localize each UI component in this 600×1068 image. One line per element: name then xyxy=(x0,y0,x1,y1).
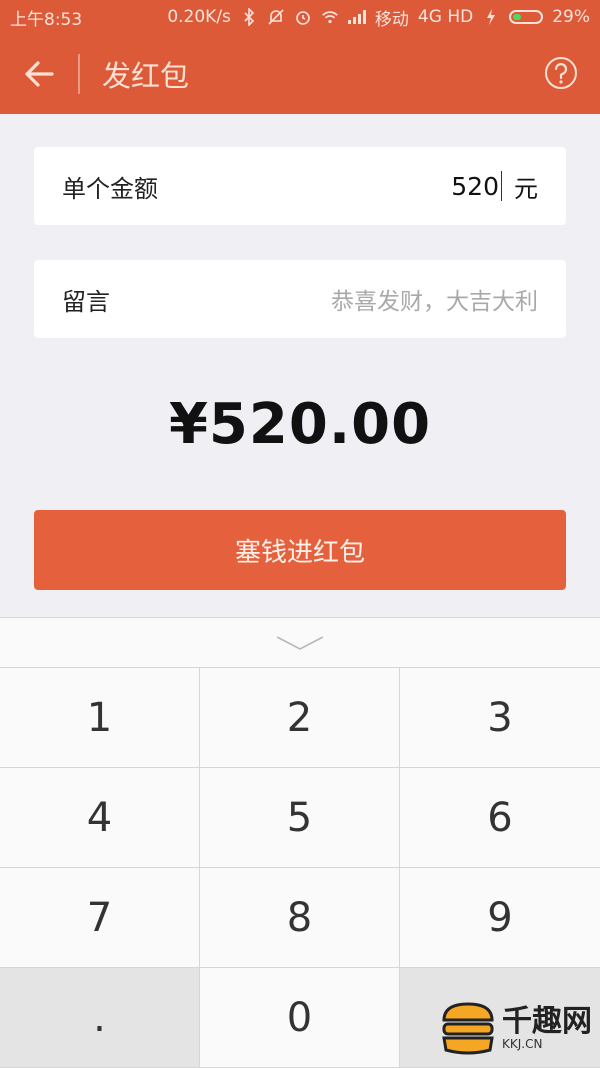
message-input[interactable]: 恭喜发财，大吉大利 xyxy=(331,282,538,316)
status-bar: 上午8:53 0.20K/s 移动 4G HD 29% xyxy=(0,0,600,34)
message-label: 留言 xyxy=(62,287,110,316)
page-title: 发红包 xyxy=(102,59,190,93)
amount-input-value[interactable]: 520 xyxy=(451,172,499,201)
amount-value-wrap: 520 元 xyxy=(451,169,538,204)
mute-bell-icon xyxy=(267,8,285,26)
chevron-down-icon xyxy=(276,635,324,650)
back-arrow-icon xyxy=(25,61,54,87)
burger-mascot-icon xyxy=(442,1002,494,1055)
status-right: 0.20K/s 移动 4G HD 29% xyxy=(167,5,590,30)
amount-field[interactable]: 单个金额 520 元 xyxy=(34,147,566,225)
key-2[interactable]: 2 xyxy=(200,668,400,768)
text-cursor xyxy=(501,171,502,201)
header-divider xyxy=(78,54,80,94)
stuff-money-button[interactable]: 塞钱进红包 xyxy=(34,510,566,590)
watermark-sub: KKJ.CN xyxy=(502,1037,543,1051)
key-0[interactable]: 0 xyxy=(200,968,400,1068)
status-time: 上午8:53 xyxy=(10,9,83,30)
help-button[interactable] xyxy=(544,56,578,90)
keyboard-collapse-button[interactable] xyxy=(0,618,600,668)
key-5[interactable]: 5 xyxy=(200,768,400,868)
charging-icon xyxy=(482,8,500,26)
question-icon xyxy=(545,57,577,89)
app-header: 发红包 xyxy=(0,34,600,114)
bluetooth-icon xyxy=(240,8,258,26)
key-4[interactable]: 4 xyxy=(0,768,200,868)
carrier-name: 移动 xyxy=(374,9,409,30)
total-amount: ¥520.00 xyxy=(168,392,432,457)
watermark: 千趣网 KKJ.CN xyxy=(440,998,592,1060)
network-speed: 0.20K/s xyxy=(167,7,231,27)
network-type: 4G HD xyxy=(417,7,474,27)
key-6[interactable]: 6 xyxy=(400,768,600,868)
battery-percent: 29% xyxy=(552,7,590,27)
key-3[interactable]: 3 xyxy=(400,668,600,768)
watermark-text-wrap: 千趣网 KKJ.CN xyxy=(502,1004,592,1052)
key-1[interactable]: 1 xyxy=(0,668,200,768)
watermark-text: 千趣网 xyxy=(502,1004,592,1039)
key-dot[interactable]: . xyxy=(0,968,200,1068)
back-button[interactable] xyxy=(0,34,78,114)
amount-label: 单个金额 xyxy=(62,174,158,203)
signal-icon xyxy=(347,10,366,24)
wifi-icon xyxy=(321,8,339,26)
key-9[interactable]: 9 xyxy=(400,868,600,968)
key-8[interactable]: 8 xyxy=(200,868,400,968)
alarm-icon xyxy=(294,8,312,26)
key-7[interactable]: 7 xyxy=(0,868,200,968)
amount-unit: 元 xyxy=(514,174,538,203)
message-field[interactable]: 留言 恭喜发财，大吉大利 xyxy=(34,260,566,338)
battery-icon xyxy=(509,10,544,24)
